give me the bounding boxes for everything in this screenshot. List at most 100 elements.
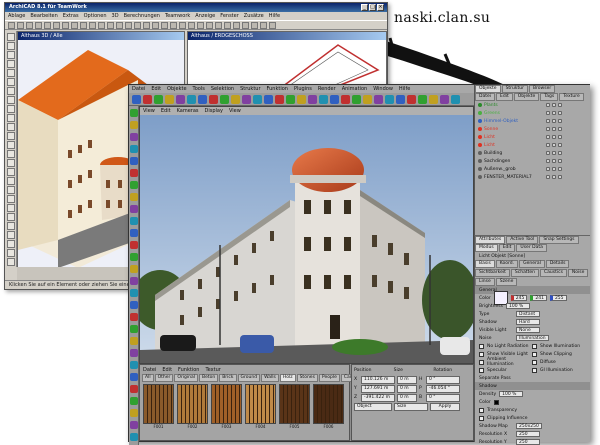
tool-icon[interactable] (130, 217, 138, 225)
attr-tab[interactable]: Linse (475, 278, 495, 286)
attr-tab[interactable]: Noise (567, 269, 589, 277)
object-tag-icon[interactable] (546, 135, 550, 139)
toolbar-icon[interactable] (143, 95, 152, 104)
object-tag-icon[interactable] (546, 159, 550, 163)
object-row[interactable]: Building (475, 149, 590, 157)
coord-field[interactable]: 110.126 m (361, 376, 395, 384)
res-x-field[interactable]: 250 (516, 431, 540, 437)
shadow-color-swatch[interactable] (493, 399, 499, 405)
tool-icon[interactable] (7, 105, 15, 113)
material-item[interactable]: F002 (177, 384, 208, 440)
coord-field[interactable]: 0 ° (426, 376, 460, 384)
menu-item[interactable]: Tools (193, 86, 205, 92)
toolbar-icon[interactable] (17, 22, 24, 29)
material-tab[interactable]: Brick (219, 374, 237, 382)
object-tag-icon[interactable] (546, 119, 550, 123)
shadow-select[interactable]: Hard (516, 319, 540, 325)
tool-icon[interactable] (7, 249, 15, 257)
toolbar-icon[interactable] (260, 22, 267, 29)
toolbar-icon[interactable] (374, 95, 383, 104)
menu-item[interactable]: Render (318, 86, 336, 92)
checkbox[interactable] (532, 351, 537, 357)
object-tag-icon[interactable] (546, 111, 550, 115)
noise-select[interactable]: Illumination (516, 335, 549, 341)
material-tab[interactable]: Original (174, 374, 198, 382)
object-tag-icon[interactable] (558, 167, 562, 171)
toolbar-icon[interactable] (176, 95, 185, 104)
toolbar-icon[interactable] (179, 22, 186, 29)
object-tab[interactable]: Objekte (475, 85, 501, 93)
attr-tab[interactable]: Basis (475, 260, 495, 268)
object-subtab[interactable]: Texture (559, 93, 584, 101)
toolbar-icon[interactable] (107, 22, 114, 29)
object-row[interactable]: Licht (475, 141, 590, 149)
tool-icon[interactable] (7, 60, 15, 68)
object-tab[interactable]: Browser (528, 85, 556, 93)
object-tag-icon[interactable] (552, 119, 556, 123)
toolbar-icon[interactable] (89, 22, 96, 29)
toolbar-icon[interactable] (62, 22, 69, 29)
object-tag-icon[interactable] (546, 151, 550, 155)
toolbar-icon[interactable] (188, 22, 195, 29)
menu-item[interactable]: Fenster (220, 13, 239, 19)
tool-icon[interactable] (130, 133, 138, 141)
object-tag-icon[interactable] (546, 143, 550, 147)
toolbar-icon[interactable] (251, 22, 258, 29)
attr-tab[interactable]: General (519, 260, 545, 268)
toolbar-icon[interactable] (275, 95, 284, 104)
brightness-field[interactable]: 100 % (505, 303, 530, 309)
material-menu-item[interactable]: Datei (143, 367, 156, 373)
attr-tab[interactable]: Details (545, 260, 570, 268)
toolbar-icon[interactable] (440, 95, 449, 104)
coord-field[interactable]: 0 m (397, 394, 417, 402)
attr-tab[interactable]: Snap Settings (539, 236, 579, 244)
toolbar-icon[interactable] (286, 95, 295, 104)
coord-field[interactable]: 0 ° (426, 394, 460, 402)
tool-icon[interactable] (130, 313, 138, 321)
object-row[interactable]: Licht (475, 133, 590, 141)
checkbox[interactable] (479, 367, 484, 373)
toolbar-icon[interactable] (132, 95, 141, 104)
tool-icon[interactable] (130, 337, 138, 345)
tool-icon[interactable] (130, 397, 138, 405)
tool-icon[interactable] (7, 114, 15, 122)
toolbar-icon[interactable] (363, 95, 372, 104)
coord-field[interactable]: -46.054 ° (426, 385, 460, 393)
menu-item[interactable]: Objekte (167, 86, 187, 92)
rgb-field[interactable]: 241 (530, 295, 547, 301)
object-tag-icon[interactable] (552, 143, 556, 147)
viewport-menu-item[interactable]: Kameras (177, 108, 199, 114)
tool-icon[interactable] (7, 96, 15, 104)
shadow-map-field[interactable]: 250x250 (516, 423, 542, 429)
object-tag-icon[interactable] (558, 119, 562, 123)
menu-item[interactable]: Hilfe (399, 86, 410, 92)
menu-item[interactable]: Ablage (8, 13, 25, 19)
toolbar-icon[interactable] (418, 95, 427, 104)
tool-icon[interactable] (130, 409, 138, 417)
toolbar-icon[interactable] (264, 95, 273, 104)
toolbar-icon[interactable] (352, 95, 361, 104)
window-2d-plan[interactable]: Althaus / ERDGESCHOSS (187, 31, 387, 91)
toolbar-icon[interactable] (197, 22, 204, 29)
material-item[interactable]: F006 (313, 384, 344, 440)
toolbar-icon[interactable] (242, 22, 249, 29)
material-item[interactable]: F003 (211, 384, 242, 440)
tool-icon[interactable] (130, 241, 138, 249)
object-row[interactable]: Himmel-Objekt (475, 117, 590, 125)
object-row[interactable]: FENSTER_MATERIAL7 (475, 173, 590, 181)
tool-icon[interactable] (7, 42, 15, 50)
material-tab[interactable]: All (142, 374, 154, 382)
material-swatch[interactable] (211, 384, 242, 424)
toolbar-icon[interactable] (44, 22, 51, 29)
tool-icon[interactable] (7, 141, 15, 149)
object-tag-icon[interactable] (546, 175, 550, 179)
tool-icon[interactable] (7, 195, 15, 203)
tool-icon[interactable] (7, 177, 15, 185)
menu-item[interactable]: Teamwork (165, 13, 190, 19)
toolbar-icon[interactable] (209, 95, 218, 104)
tool-icon[interactable] (7, 213, 15, 221)
tool-icon[interactable] (130, 121, 138, 129)
type-select[interactable]: Distant (516, 311, 540, 317)
toolbar-icon[interactable] (26, 22, 33, 29)
material-menu-item[interactable]: Edit (162, 367, 172, 373)
